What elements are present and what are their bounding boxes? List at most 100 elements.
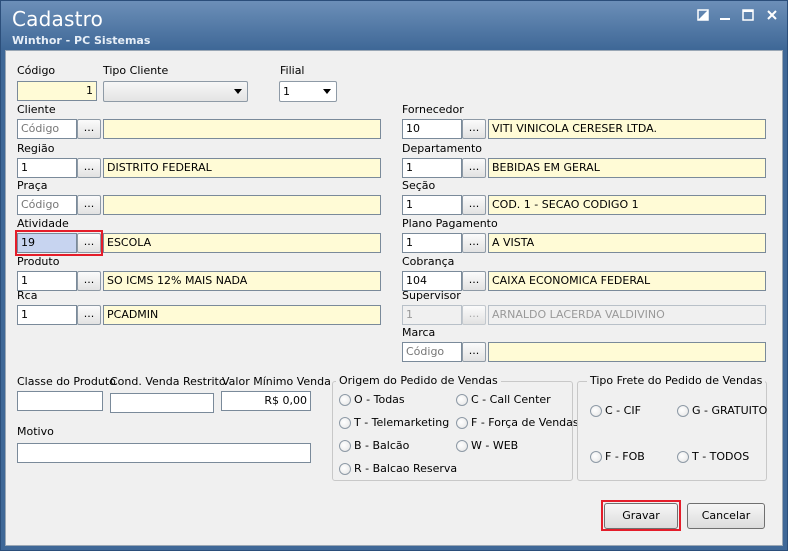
atividade-lookup-button[interactable]: ... — [77, 233, 101, 253]
radio-label: O - Todas — [354, 393, 405, 406]
minimize-icon[interactable] — [717, 9, 733, 25]
rca-label: Rca — [17, 289, 38, 302]
radio-origem-call-center[interactable]: C - Call Center — [456, 393, 551, 406]
radio-label: T - Telemarketing — [354, 416, 450, 429]
plano-pagamento-desc: A VISTA — [488, 233, 766, 253]
departamento-lookup-button[interactable]: ... — [462, 158, 486, 178]
regiao-lookup-button[interactable]: ... — [77, 158, 101, 178]
window-subtitle: Winthor - PC Sistemas — [12, 34, 151, 47]
rca-code-input[interactable]: 1 — [17, 305, 77, 325]
cobranca-label: Cobrança — [402, 255, 455, 268]
plano-pagamento-code-input[interactable]: 1 — [402, 233, 462, 253]
cliente-lookup-button[interactable]: ... — [77, 119, 101, 139]
motivo-input[interactable] — [17, 443, 311, 463]
classe-produto-input[interactable] — [17, 391, 103, 411]
radio-circle-icon — [590, 450, 602, 463]
fornecedor-code-input[interactable]: 10 — [402, 119, 462, 139]
produto-code-input[interactable]: 1 — [17, 271, 77, 291]
radio-label: R - Balcao Reserva — [354, 462, 458, 475]
rca-lookup-button[interactable]: ... — [77, 305, 101, 325]
radio-circle-icon — [456, 393, 468, 406]
departamento-desc: BEBIDAS EM GERAL — [488, 158, 766, 178]
radio-frete-todos[interactable]: T - TODOS — [677, 450, 749, 463]
secao-label: Seção — [402, 179, 436, 192]
tipo-cliente-label: Tipo Cliente — [103, 64, 169, 77]
motivo-label: Motivo — [17, 425, 54, 438]
marca-code-input[interactable]: Código — [402, 342, 462, 362]
produto-lookup-button[interactable]: ... — [77, 271, 101, 291]
cobranca-lookup-button[interactable]: ... — [462, 271, 486, 291]
secao-code-input[interactable]: 1 — [402, 195, 462, 215]
cond-venda-label: Cond. Venda Restrito — [110, 375, 226, 388]
plano-pagamento-lookup-button[interactable]: ... — [462, 233, 486, 253]
radio-label: W - WEB — [471, 439, 519, 452]
praca-desc — [103, 195, 381, 215]
filial-value: 1 — [283, 85, 290, 98]
fornecedor-label: Fornecedor — [402, 103, 464, 116]
marca-desc — [488, 342, 766, 362]
regiao-desc: DISTRITO FEDERAL — [103, 158, 381, 178]
valor-minimo-input[interactable]: R$ 0,00 — [221, 391, 311, 411]
marca-label: Marca — [402, 326, 436, 339]
fornecedor-desc: VITI VINICOLA CERESER LTDA. — [488, 119, 766, 139]
secao-lookup-button[interactable]: ... — [462, 195, 486, 215]
close-icon[interactable] — [764, 9, 780, 25]
praca-code-input[interactable]: Código — [17, 195, 77, 215]
departamento-code-input[interactable]: 1 — [402, 158, 462, 178]
filial-select[interactable]: 1 — [279, 81, 337, 102]
gravar-button[interactable]: Gravar — [604, 503, 678, 529]
supervisor-label: Supervisor — [402, 289, 461, 302]
classe-produto-label: Classe do Produto — [17, 375, 116, 388]
atividade-desc: ESCOLA — [103, 233, 381, 253]
cliente-code-input[interactable]: Código — [17, 119, 77, 139]
regiao-code-input[interactable]: 1 — [17, 158, 77, 178]
radio-origem-forca-vendas[interactable]: F - Força de Vendas — [456, 416, 579, 429]
radio-origem-web[interactable]: W - WEB — [456, 439, 518, 452]
cancelar-button[interactable]: Cancelar — [687, 503, 765, 529]
radio-circle-icon — [590, 404, 602, 417]
cadastro-window: Cadastro Winthor - PC Sistemas Código 1 … — [0, 0, 788, 551]
marca-lookup-button[interactable]: ... — [462, 342, 486, 362]
cond-venda-input[interactable] — [110, 393, 214, 413]
radio-label: F - Força de Vendas — [471, 416, 579, 429]
radio-frete-cif[interactable]: C - CIF — [590, 404, 641, 417]
secao-desc: COD. 1 - SECAO CODIGO 1 — [488, 195, 766, 215]
produto-label: Produto — [17, 255, 60, 268]
radio-frete-gratuito[interactable]: G - GRATUITO — [677, 404, 767, 417]
window-title: Cadastro — [12, 7, 104, 31]
radio-circle-icon — [456, 416, 468, 429]
radio-circle-icon — [456, 439, 468, 452]
radio-origem-todas[interactable]: O - Todas — [339, 393, 405, 406]
radio-label: C - Call Center — [471, 393, 551, 406]
radio-label: G - GRATUITO — [692, 404, 768, 417]
fornecedor-lookup-button[interactable]: ... — [462, 119, 486, 139]
cliente-desc — [103, 119, 381, 139]
radio-frete-fob[interactable]: F - FOB — [590, 450, 645, 463]
frete-group-title: Tipo Frete do Pedido de Vendas — [587, 374, 766, 387]
produto-desc: SO ICMS 12% MAIS NADA — [103, 271, 381, 291]
plano-pagamento-label: Plano Pagamento — [402, 217, 498, 230]
radio-circle-icon — [339, 416, 351, 429]
radio-origem-telemarketing[interactable]: T - Telemarketing — [339, 416, 449, 429]
origem-group-title: Origem do Pedido de Vendas — [336, 374, 501, 387]
departamento-label: Departamento — [402, 142, 483, 155]
radio-circle-icon — [339, 439, 351, 452]
radio-label: C - CIF — [605, 404, 641, 417]
frete-group — [577, 381, 767, 481]
codigo-input[interactable]: 1 — [17, 81, 97, 101]
regiao-label: Região — [17, 142, 55, 155]
filial-label: Filial — [280, 64, 305, 77]
radio-origem-balcao[interactable]: B - Balcão — [339, 439, 409, 452]
atividade-code-input[interactable]: 19 — [17, 233, 77, 253]
radio-label: B - Balcão — [354, 439, 410, 452]
cobranca-code-input[interactable]: 104 — [402, 271, 462, 291]
radio-origem-balcao-reserva[interactable]: R - Balcao Reserva — [339, 462, 457, 475]
supervisor-code-input: 1 — [402, 305, 462, 325]
codigo-label: Código — [17, 64, 56, 77]
tipo-cliente-select[interactable] — [103, 81, 248, 102]
form-panel: Código 1 Tipo Cliente Filial 1 Cliente C… — [5, 50, 783, 546]
praca-lookup-button[interactable]: ... — [77, 195, 101, 215]
radio-circle-icon — [339, 462, 351, 475]
maximize-icon[interactable] — [740, 9, 756, 25]
restore-icon[interactable] — [695, 9, 711, 25]
